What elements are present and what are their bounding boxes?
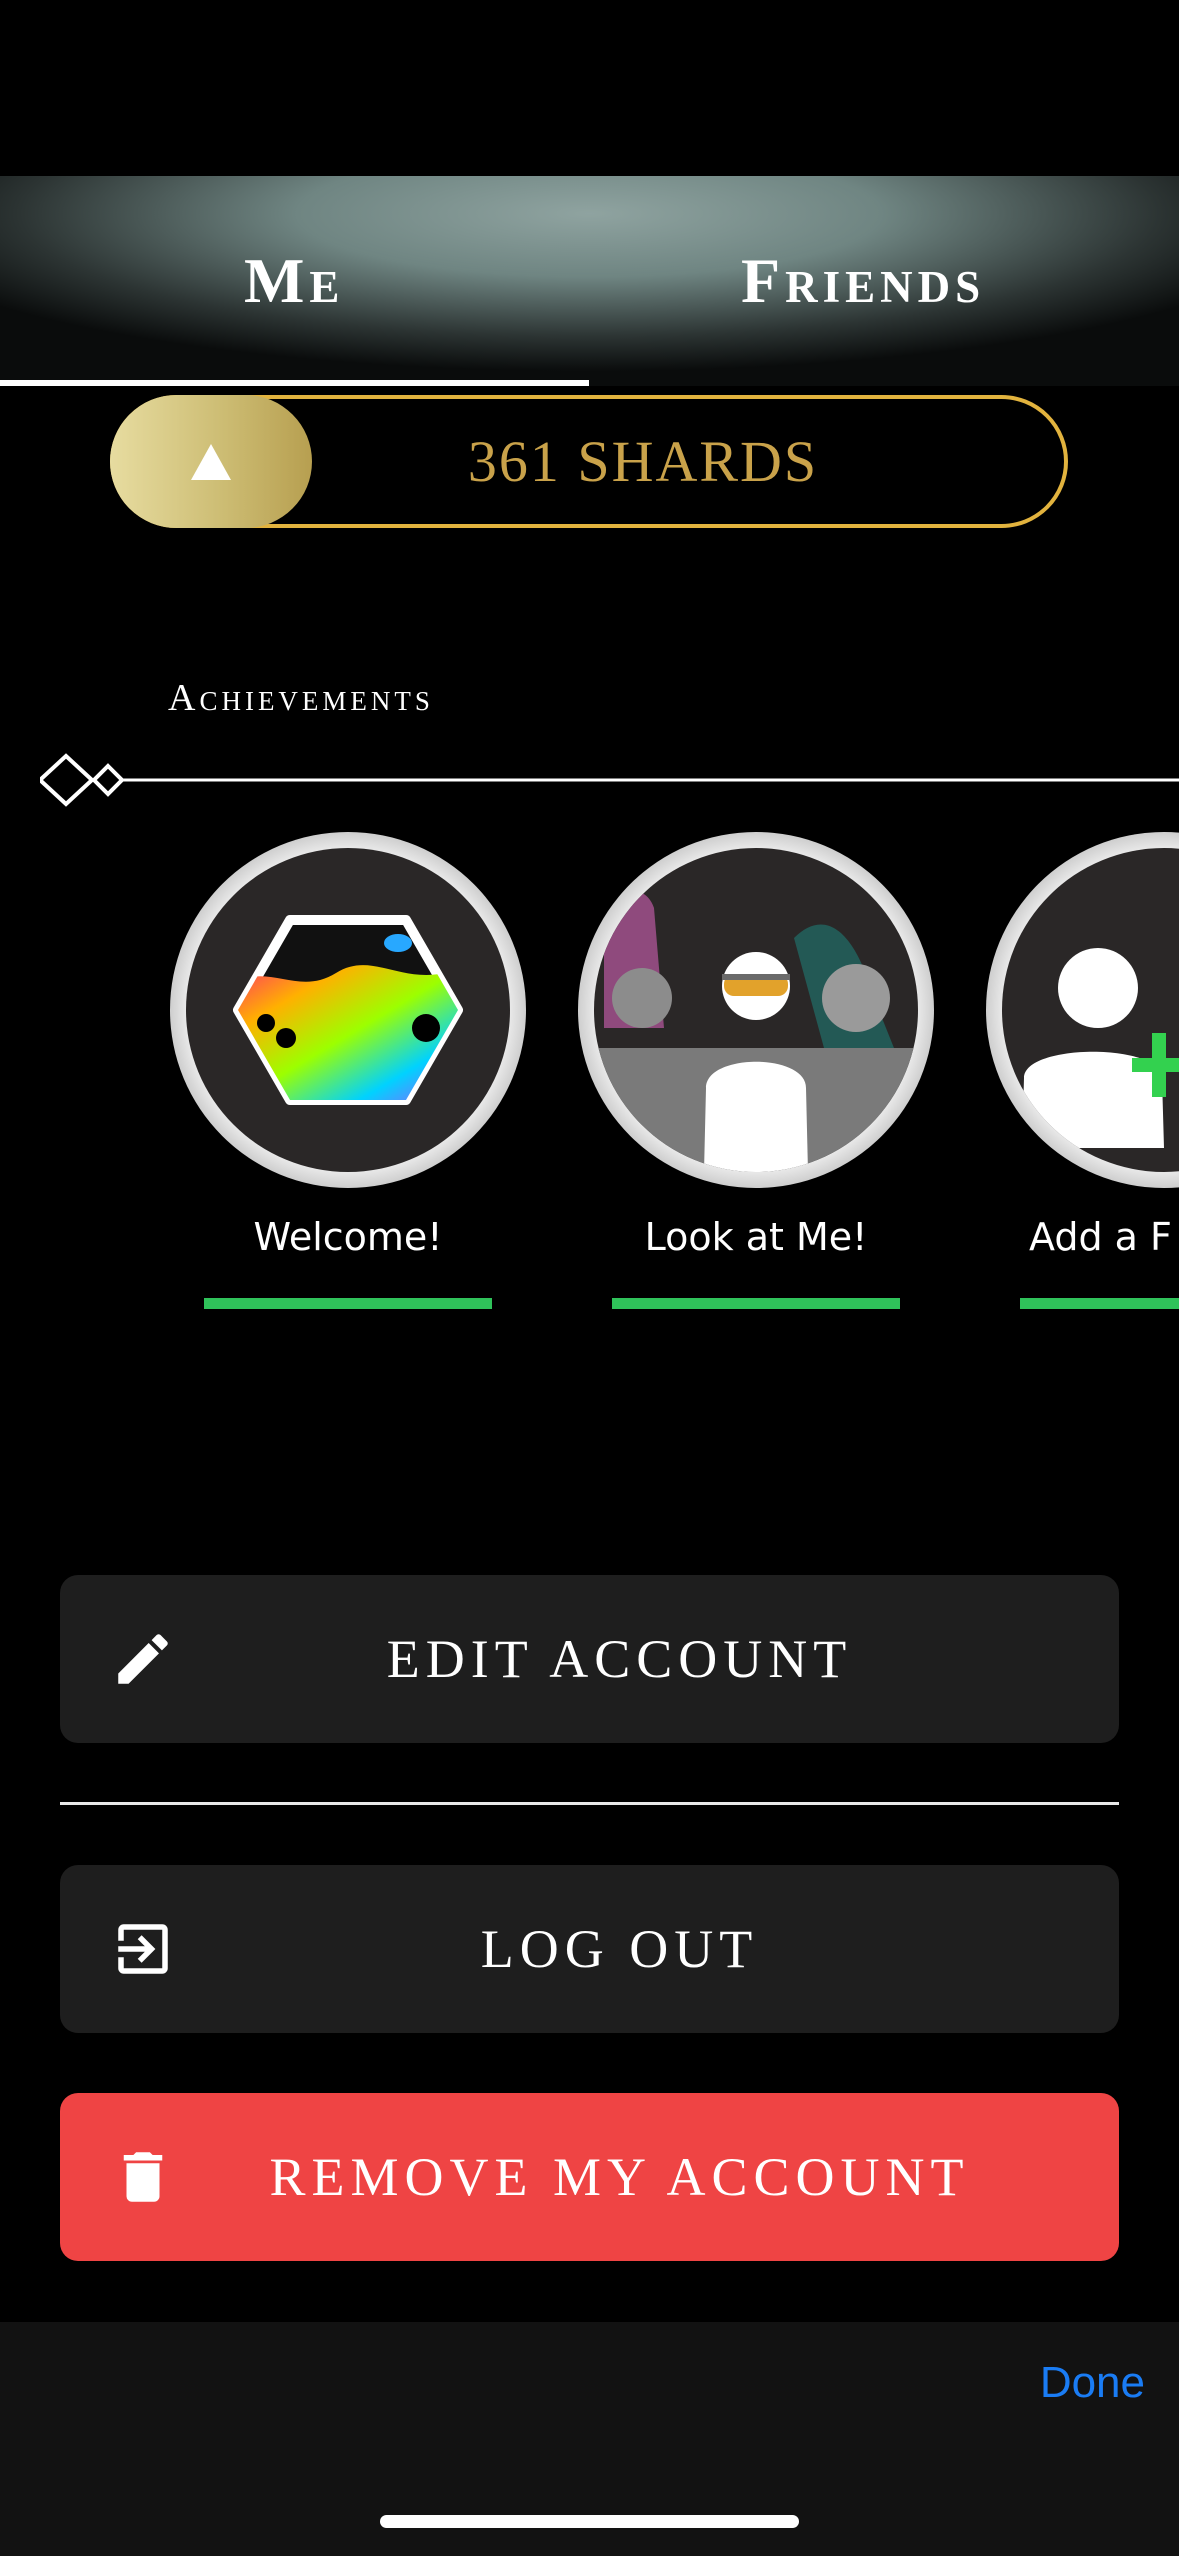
achievements-heading: Achievements xyxy=(168,677,434,719)
edit-account-label: EDIT ACCOUNT xyxy=(386,1629,853,1689)
add-friend-icon xyxy=(1022,948,1179,1148)
shards-balance-pill[interactable]: 361 SHARDS xyxy=(110,395,1068,528)
tab-me[interactable]: Me xyxy=(0,176,589,386)
actions-divider xyxy=(60,1802,1119,1805)
achievement-badge-add-friend[interactable] xyxy=(986,832,1179,1188)
active-tab-indicator xyxy=(0,380,589,386)
remove-account-label: REMOVE MY ACCOUNT xyxy=(269,2147,970,2207)
achievement-badge-look-at-me[interactable] xyxy=(578,832,934,1188)
tab-friends[interactable]: Friends xyxy=(589,176,1178,386)
achievement-label-look-at-me: Look at Me! xyxy=(644,1215,868,1259)
achievement-badge-welcome[interactable] xyxy=(170,832,526,1188)
pencil-icon xyxy=(118,1634,168,1684)
achievement-progress-welcome xyxy=(204,1298,492,1309)
home-indicator[interactable] xyxy=(380,2515,799,2528)
triangle-up-icon xyxy=(191,443,231,480)
log-out-label: LOG OUT xyxy=(480,1919,759,1979)
edit-account-button[interactable]: EDIT ACCOUNT xyxy=(60,1575,1119,1743)
done-button[interactable]: Done xyxy=(1040,2358,1145,2408)
paint-hexagon-icon xyxy=(233,915,463,1105)
achievements-divider xyxy=(40,753,1179,807)
tab-friends-label: Friends xyxy=(741,245,986,316)
achievement-label-welcome: Welcome! xyxy=(253,1215,443,1259)
avatar-group-icon xyxy=(594,890,918,1172)
shards-count: 361 SHARDS xyxy=(467,429,819,494)
log-out-button[interactable]: LOG OUT xyxy=(60,1865,1119,2033)
trash-icon xyxy=(123,2152,163,2202)
logout-icon xyxy=(118,1924,168,1974)
achievement-label-add-friend: Add a F xyxy=(1029,1215,1172,1259)
remove-account-button[interactable]: REMOVE MY ACCOUNT xyxy=(60,2093,1119,2261)
achievement-progress-look-at-me xyxy=(612,1298,900,1309)
achievement-progress-add-friend xyxy=(1020,1298,1179,1309)
tab-me-label: Me xyxy=(244,245,345,316)
shards-toggle-knob[interactable] xyxy=(110,395,312,528)
